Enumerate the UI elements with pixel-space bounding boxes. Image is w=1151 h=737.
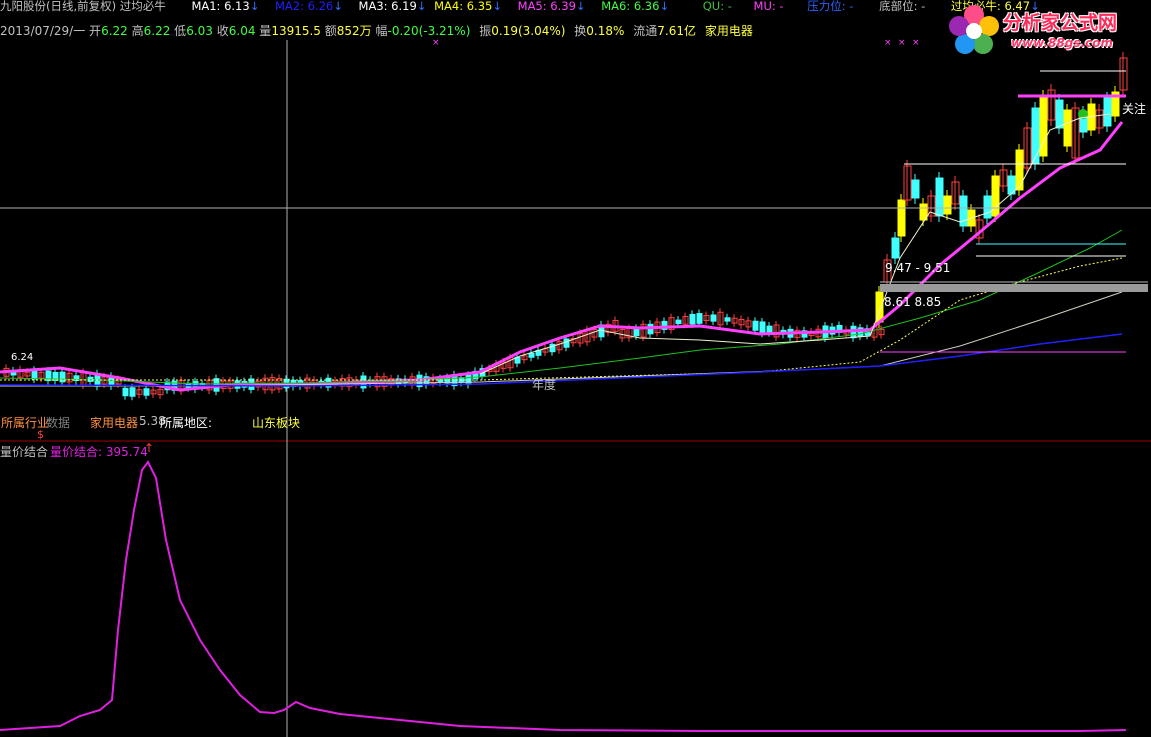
stock-title: 九阳股份(日线,前复权) 过均必牛 xyxy=(0,0,166,13)
candle-body xyxy=(563,338,570,348)
region-label: 所属地区: xyxy=(160,416,213,430)
header-bar: 九阳股份(日线,前复权) 过均必牛 MA1: 6.13↓ MA2: 6.26↓ … xyxy=(0,0,1040,13)
ma1-label: MA1: 6.13 xyxy=(191,0,250,13)
high-label: 高 xyxy=(131,24,144,38)
amplitude-label: 振 xyxy=(479,24,492,38)
rally-candle-body xyxy=(1103,97,1112,127)
turnover-label: 换 xyxy=(574,24,587,38)
candle-body xyxy=(752,320,759,331)
logo-url[interactable]: www.88gs.com xyxy=(1011,36,1113,50)
down-arrow-icon: ↓ xyxy=(249,0,260,13)
rally-candle-body xyxy=(1055,99,1064,129)
candle-body xyxy=(528,352,535,358)
industry-value: 家用电器 xyxy=(704,24,753,38)
flower-logo-icon xyxy=(949,5,999,54)
volume-price-indicator-line xyxy=(0,460,1127,732)
low-label: 低 xyxy=(174,24,187,38)
rally-candle-body xyxy=(891,237,900,259)
down-arrow-icon: ↓ xyxy=(333,0,343,13)
open-label: 开 xyxy=(89,24,102,38)
range-label-upper: 9.47 - 9.51 xyxy=(885,261,951,275)
open-value: 6.22 xyxy=(101,24,128,38)
close-label: 收 xyxy=(216,24,229,38)
ma3-label: MA3: 6.19 xyxy=(358,0,417,13)
range-label-lower: 8.61 8.85 xyxy=(884,295,942,309)
ma-yellow-dashed-line xyxy=(0,257,1123,381)
indicator-name[interactable]: 量价结合 xyxy=(0,443,48,460)
candle-body xyxy=(129,387,136,397)
industry-name: 家用电器 xyxy=(90,416,139,430)
change-label: 幅 xyxy=(375,24,388,38)
quote-info-bar: 2013/07/29/一 开6.22 高6.22 低6.03 收6.04 量13… xyxy=(0,24,753,38)
candle-body xyxy=(31,369,38,380)
rally-candle-body xyxy=(1015,149,1024,191)
float-value: 7.61亿 xyxy=(657,24,696,38)
close-value: 6.04 xyxy=(228,24,256,38)
rally-candle-body xyxy=(943,195,952,215)
stock-chart-canvas[interactable]: × × × × xyxy=(0,0,1151,737)
up-arrow-icon: ↑ xyxy=(144,441,155,455)
early-peak-label: 6.24 xyxy=(11,352,34,363)
focus-tag[interactable]: 关注 xyxy=(1122,100,1146,117)
candle-body xyxy=(689,313,696,325)
candlestick-series xyxy=(3,52,1128,401)
x-marker-icon: × xyxy=(884,38,892,48)
pressure-label: 压力位: - xyxy=(807,0,854,13)
range-band xyxy=(880,284,1148,292)
ma5-label: MA5: 6.39 xyxy=(517,0,576,13)
marker-symbol: $ xyxy=(37,428,44,441)
turnover-value: 0.18% xyxy=(586,24,625,38)
site-logo: 分析家公式网 www.88gs.com xyxy=(945,2,1145,62)
rally-candle-body xyxy=(1063,109,1072,147)
volume-value: 13915.5 xyxy=(271,24,321,38)
logo-title: 分析家公式网 xyxy=(1003,12,1118,34)
change-value: -0.20(-3.21%) xyxy=(387,24,471,38)
candle-body xyxy=(122,387,129,397)
candle-body xyxy=(675,319,682,325)
amount-value: 852万 xyxy=(336,24,372,38)
rally-candle-body xyxy=(983,195,992,219)
quote-date: 2013/07/29/一 xyxy=(0,24,86,38)
amplitude-value: 0.19(3.04%) xyxy=(491,24,566,38)
ma4-label: MA4: 6.35 xyxy=(434,0,493,13)
down-arrow-icon: ↓ xyxy=(575,0,586,13)
candle-body xyxy=(143,388,150,396)
low-value: 6.03 xyxy=(186,24,213,38)
qu-label: QU: - xyxy=(702,0,732,13)
rally-candle-body xyxy=(935,177,944,217)
candle-body xyxy=(696,313,703,324)
candle-body xyxy=(759,321,766,334)
x-marker-icon: × xyxy=(432,38,440,48)
rally-candle-body xyxy=(897,199,906,237)
amount-label: 额 xyxy=(324,24,337,38)
candle-body xyxy=(710,314,717,322)
rally-candle-body xyxy=(1031,107,1040,165)
region-value: 山东板块 xyxy=(252,416,301,430)
float-label: 流通 xyxy=(633,24,658,38)
bottom-label: 底部位: - xyxy=(879,0,926,13)
down-arrow-icon: ↓ xyxy=(492,0,502,13)
mu-label: MU: - xyxy=(753,0,784,13)
indicator-value: 量价结合: 395.74 xyxy=(50,445,148,459)
ma6-label: MA6: 6.36 xyxy=(601,0,660,13)
down-arrow-icon: ↓ xyxy=(659,0,670,13)
ma2-label: MA2: 6.26 xyxy=(275,0,334,13)
x-marker-icon: × xyxy=(898,38,906,48)
rally-candle-body xyxy=(911,179,920,199)
candle-body xyxy=(766,325,773,334)
candle-body xyxy=(724,317,731,322)
price-level-lines: × × × × xyxy=(0,38,1151,353)
middle-label: 年度 xyxy=(532,378,557,392)
moving-average-lines xyxy=(0,113,1124,392)
data-label: 数据 xyxy=(46,416,71,430)
down-arrow-icon: ↓ xyxy=(416,0,427,13)
candle-body xyxy=(633,327,640,337)
volume-label: 量 xyxy=(259,24,272,38)
high-value: 6.22 xyxy=(143,24,171,38)
x-marker-icon: × xyxy=(912,38,920,48)
